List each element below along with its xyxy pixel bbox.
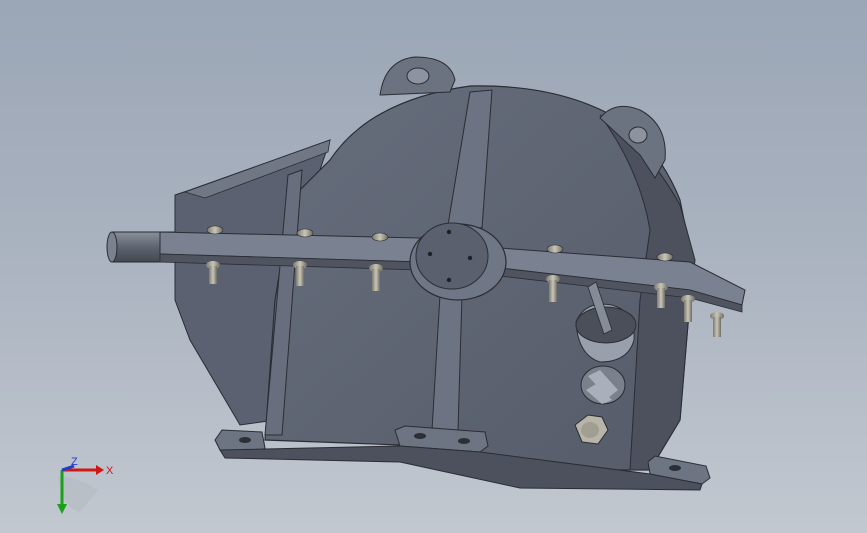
- x-axis-label: X: [106, 465, 114, 477]
- bearing-cap: [409, 222, 507, 301]
- bolt: [296, 228, 314, 238]
- bolt: [656, 252, 674, 262]
- 3d-viewport[interactable]: X Z: [0, 0, 867, 533]
- bolt: [710, 312, 724, 337]
- bolt: [206, 225, 224, 235]
- bolt: [371, 232, 389, 242]
- lifting-lug-left: [379, 56, 456, 96]
- reference-triad: X Z: [57, 456, 114, 514]
- z-axis-label: Z: [71, 456, 78, 468]
- gearbox-model[interactable]: [0, 0, 867, 533]
- bolt: [546, 244, 564, 254]
- sight-glass: [580, 365, 626, 405]
